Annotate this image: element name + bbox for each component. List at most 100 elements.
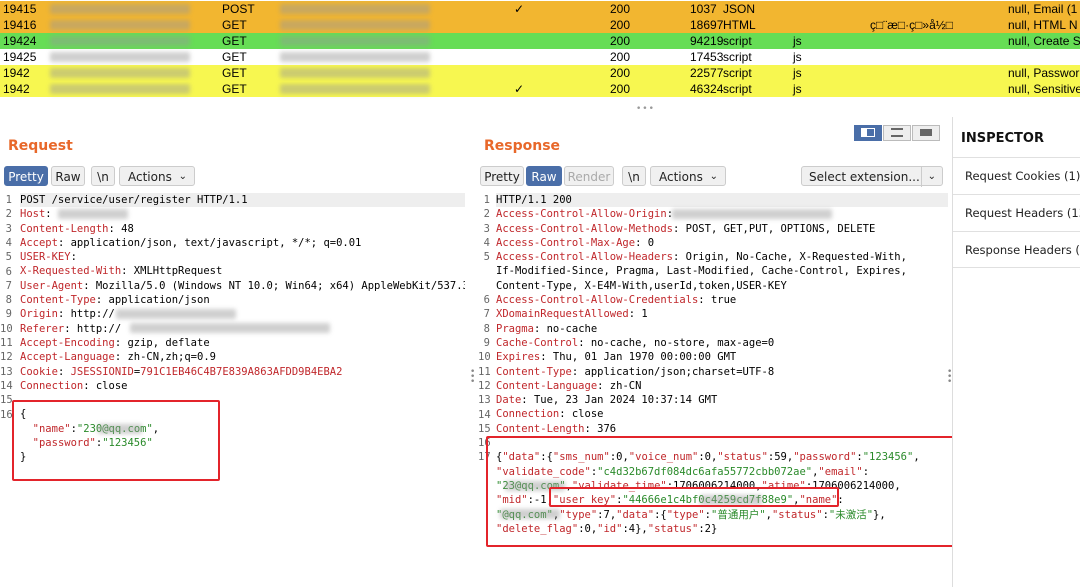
inspector-response-headers[interactable]: Response Headers (1 xyxy=(953,231,1080,268)
history-row[interactable]: 19416 GET 200 18697 HTML ç□¨æ□·ç□»å½□ null, HT… xyxy=(0,17,1080,33)
history-row[interactable]: 19415 POST ✓ 200 1037 JSON null, Email (1 xyxy=(0,1,1080,17)
response-tab-raw[interactable]: Raw xyxy=(526,166,562,186)
line-number: 13 xyxy=(478,394,491,407)
redaction xyxy=(280,68,430,78)
response-tab-pretty[interactable]: Pretty xyxy=(480,166,524,186)
code-token: : xyxy=(70,251,77,264)
code-token: Host xyxy=(20,208,46,221)
code-token: 791C1EB46C4B7E839A863AFDD9B4EBA2 xyxy=(140,365,343,378)
request-tab-pretty[interactable]: Pretty xyxy=(4,166,48,186)
request-actions-label: Actions xyxy=(128,170,172,184)
code-token: Accept-Language xyxy=(20,351,115,364)
code-line: Connection: close xyxy=(496,407,948,421)
code-line: Expires: Thu, 01 Jan 1970 00:00:00 GMT xyxy=(496,350,948,364)
line-number: 11 xyxy=(478,365,491,378)
code-token: Access-Control-Allow-Credentials xyxy=(496,294,699,307)
inspector-request-headers[interactable]: Request Headers (13 xyxy=(953,194,1080,231)
redaction xyxy=(280,36,430,46)
code-token: : http:// xyxy=(64,322,122,335)
history-row[interactable]: 19424 GET 200 94219 script js null, Create S xyxy=(0,33,1080,49)
history-cell-comment: null, Create S xyxy=(1008,34,1080,48)
line-number: 12 xyxy=(478,379,491,392)
history-cell-status: 200 xyxy=(610,2,631,16)
code-line: Content-Type: application/json xyxy=(20,293,465,307)
code-line: Access-Control-Max-Age: 0 xyxy=(496,236,948,250)
code-token: Origin xyxy=(20,308,58,321)
response-tab-render[interactable]: Render xyxy=(564,166,614,186)
line-number: 3 xyxy=(483,222,490,235)
line-number: 1 xyxy=(5,194,12,206)
code-line: Access-Control-Allow-Headers: Origin, No… xyxy=(496,250,948,264)
redaction xyxy=(280,20,430,30)
code-token: : 1 xyxy=(628,308,648,321)
code-token: Access-Control-Allow-Origin xyxy=(496,208,667,221)
code-token: : gzip, deflate xyxy=(114,336,210,349)
code-line: XDomainRequestAllowed: 1 xyxy=(496,307,948,321)
line-number: 2 xyxy=(5,208,12,221)
history-cell-length: 22577 xyxy=(690,66,724,80)
code-token: : 0 xyxy=(635,236,655,249)
code-token: Access-Control-Max-Age xyxy=(496,236,636,249)
line-number: 3 xyxy=(5,222,12,235)
history-cell-comment: null, HTML N xyxy=(1008,18,1078,32)
code-token: : http:// xyxy=(57,308,115,321)
response-tab-newline[interactable]: \n xyxy=(622,166,646,186)
code-token: : 376 xyxy=(584,422,617,435)
vertical-splitter-grip-icon[interactable]: • • • xyxy=(947,368,952,387)
history-cell-method: POST xyxy=(222,2,255,16)
history-cell-status: 200 xyxy=(610,34,631,48)
history-cell-status: 200 xyxy=(610,50,631,64)
request-tab-raw[interactable]: Raw xyxy=(51,166,85,186)
splitter-grip-icon: ••• xyxy=(636,104,655,114)
code-token: Cache-Control xyxy=(496,336,579,349)
vertical-layout-icon xyxy=(891,128,903,137)
code-token: Referer xyxy=(20,322,65,335)
code-token: : close xyxy=(559,408,604,421)
history-row[interactable]: 1942 GET 200 22577 script js null, Passwor xyxy=(0,65,1080,81)
history-cell-length: 17453 xyxy=(690,50,724,64)
line-number: 8 xyxy=(483,322,490,335)
history-cell-check: ✓ xyxy=(514,2,525,16)
code-token: Date xyxy=(496,394,522,407)
code-token: Pragma xyxy=(496,322,534,335)
select-extension-dropdown[interactable]: Select extension... ⌄ xyxy=(801,166,943,187)
history-cell-status: 200 xyxy=(610,66,631,80)
history-cell-id: 19425 xyxy=(3,50,37,64)
request-actions-dropdown[interactable]: Actions ⌄ xyxy=(119,166,195,186)
code-token: Accept-Encoding xyxy=(20,336,115,349)
line-number: 9 xyxy=(5,308,12,321)
code-token: Content-Type, X-E4M-With,userId,token,US… xyxy=(496,279,787,292)
code-token: : POST, GET,PUT, OPTIONS, DELETE xyxy=(673,222,876,235)
horizontal-layout-icon xyxy=(861,128,875,137)
code-token: User-Agent xyxy=(20,279,84,292)
horizontal-splitter[interactable]: ••• xyxy=(0,101,1080,117)
code-line: X-Requested-With: XMLHttpRequest xyxy=(20,264,465,278)
vertical-splitter-grip-icon[interactable]: • • • xyxy=(470,368,475,387)
inspector-request-cookies[interactable]: Request Cookies (1) xyxy=(953,157,1080,194)
redaction xyxy=(672,209,832,219)
history-cell-mime: HTML xyxy=(723,18,756,32)
redaction xyxy=(116,309,236,319)
history-cell-comment: null, Email (1 xyxy=(1008,2,1078,16)
code-token: Cookie xyxy=(20,365,58,378)
single-pane-icon xyxy=(920,129,932,136)
line-number: 5 xyxy=(483,251,490,264)
request-panel-title: Request xyxy=(8,138,73,154)
history-row[interactable]: 19425 GET 200 17453 script js xyxy=(0,49,1080,65)
response-actions-dropdown[interactable]: Actions ⌄ xyxy=(650,166,726,186)
history-cell-status: 200 xyxy=(610,18,631,32)
request-tab-newline[interactable]: \n xyxy=(91,166,115,186)
line-number: 7 xyxy=(5,279,12,292)
code-line: Content-Length: 376 xyxy=(496,422,948,436)
history-cell-mime: script xyxy=(723,34,752,48)
code-line: Date: Tue, 23 Jan 2024 10:37:14 GMT xyxy=(496,393,948,407)
inspector-panel: INSPECTOR Request Cookies (1) Request He… xyxy=(952,117,1080,587)
history-row[interactable]: 1942 GET ✓ 200 46324 script js null, Sensitive xyxy=(0,81,1080,97)
history-cell-ext: js xyxy=(793,34,802,48)
redaction xyxy=(58,209,128,219)
redaction xyxy=(280,84,430,94)
line-number: 10 xyxy=(0,322,13,335)
history-cell-length: 1037 xyxy=(690,2,717,16)
code-line: POST /service/user/register HTTP/1.1 xyxy=(20,193,465,208)
chevron-down-icon: ⌄ xyxy=(920,167,936,187)
